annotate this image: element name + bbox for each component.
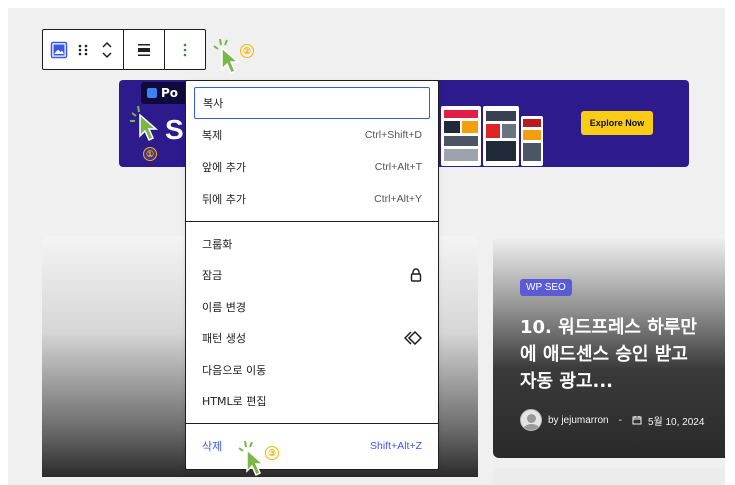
menu-item-label: 잠금 — [202, 269, 223, 283]
banner-logo-text: Po — [161, 86, 179, 100]
meta-separator: - — [618, 414, 622, 426]
menu-item-lock[interactable]: 잠금 — [194, 260, 430, 292]
align-icon — [138, 43, 150, 56]
menu-item-label: HTML로 편집 — [202, 395, 267, 409]
drag-handle-icon — [78, 44, 88, 55]
menu-item-shortcut: Ctrl+Shift+D — [364, 129, 422, 141]
post-card-next[interactable] — [493, 468, 725, 485]
menu-item-move-to[interactable]: 다음으로 이동 — [194, 354, 430, 386]
menu-item-shortcut: Shift+Alt+Z — [370, 440, 422, 452]
more-vertical-icon — [183, 43, 187, 56]
menu-item-group[interactable]: 그룹화 — [194, 228, 430, 260]
post-title-line-2: 에 애드센스 승인 받고 — [520, 344, 688, 365]
post-title-line-3: 자동 광고... — [520, 371, 614, 392]
post-author[interactable]: by jejumarron — [548, 415, 609, 426]
cursor-click-icon — [130, 105, 158, 142]
banner-screenshot-2 — [483, 106, 519, 166]
menu-item-label: 복사 — [203, 97, 224, 110]
menu-section-delete: 삭제 Shift+Alt+Z — [186, 424, 438, 468]
options-button[interactable] — [169, 30, 201, 69]
banner-cta-button[interactable]: Explore Now — [581, 111, 653, 135]
lock-icon — [410, 268, 422, 282]
align-button[interactable] — [128, 30, 160, 69]
post-date: 5월 10, 2024 — [647, 416, 705, 428]
post-title[interactable]: 10. 워드프레스 하루만 에 애드센스 승인 받고 자동 광고... — [520, 314, 725, 395]
calendar-icon — [632, 416, 642, 425]
menu-item-label: 그룹화 — [202, 237, 233, 251]
menu-item-label: 앞에 추가 — [202, 161, 246, 174]
logo-mark — [147, 88, 157, 98]
menu-item-rename[interactable]: 이름 변경 — [194, 291, 430, 323]
menu-item-edit-html[interactable]: HTML로 편집 — [194, 386, 430, 418]
menu-item-label: 복제 — [202, 129, 223, 142]
banner-screenshot-3 — [521, 116, 543, 166]
image-icon — [50, 41, 68, 58]
block-toolbar — [42, 29, 206, 70]
post-card[interactable]: WP SEO 10. 워드프레스 하루만 에 애드센스 승인 받고 자동 광고.… — [493, 236, 725, 458]
step-marker-1: ① — [143, 147, 157, 161]
post-title-line-1: 10. 워드프레스 하루만 — [520, 317, 697, 338]
menu-item-insert-before[interactable]: 앞에 추가 Ctrl+Alt+T — [194, 151, 430, 183]
menu-item-create-pattern[interactable]: 패턴 생성 — [194, 323, 430, 355]
menu-item-shortcut: Ctrl+Alt+T — [374, 161, 422, 173]
banner-screenshot-1 — [441, 106, 481, 166]
toolbar-group-block — [43, 30, 124, 69]
menu-item-copy[interactable]: 복사 — [194, 87, 430, 119]
image-block-button[interactable] — [47, 30, 71, 69]
block-options-menu: 복사 복제 Ctrl+Shift+D 앞에 추가 Ctrl+Alt+T 뒤에 추… — [185, 80, 439, 470]
chevron-up-down-icon — [102, 41, 112, 58]
post-meta: by jejumarron - 5월 10, 2024 — [520, 409, 704, 431]
category-badge[interactable]: WP SEO — [520, 279, 572, 296]
menu-section-tools: 그룹화 잠금 이름 변경 패턴 생성 다음으로 이동 HTML로 편집 — [186, 222, 438, 424]
menu-item-label: 뒤에 추가 — [202, 193, 246, 206]
menu-item-label: 다음으로 이동 — [202, 363, 267, 377]
menu-item-shortcut: Ctrl+Alt+Y — [374, 193, 422, 205]
step-marker-3: ③ — [265, 446, 279, 460]
banner-headline: S — [165, 114, 184, 145]
menu-section-edit: 복사 복제 Ctrl+Shift+D 앞에 추가 Ctrl+Alt+T 뒤에 추… — [186, 81, 438, 222]
toolbar-group-options — [165, 30, 205, 69]
avatar — [520, 409, 542, 431]
toolbar-group-align — [124, 30, 165, 69]
drag-handle-button[interactable] — [71, 30, 95, 69]
menu-item-label: 삭제 — [202, 440, 223, 453]
menu-item-label: 이름 변경 — [202, 300, 246, 314]
move-up-down-button[interactable] — [95, 30, 119, 69]
menu-item-label: 패턴 생성 — [202, 332, 246, 346]
menu-item-duplicate[interactable]: 복제 Ctrl+Shift+D — [194, 119, 430, 151]
menu-item-delete[interactable]: 삭제 Shift+Alt+Z — [194, 430, 430, 462]
menu-item-insert-after[interactable]: 뒤에 추가 Ctrl+Alt+Y — [194, 183, 430, 215]
symbol-icon — [404, 331, 422, 346]
step-marker-2: ② — [240, 44, 254, 58]
